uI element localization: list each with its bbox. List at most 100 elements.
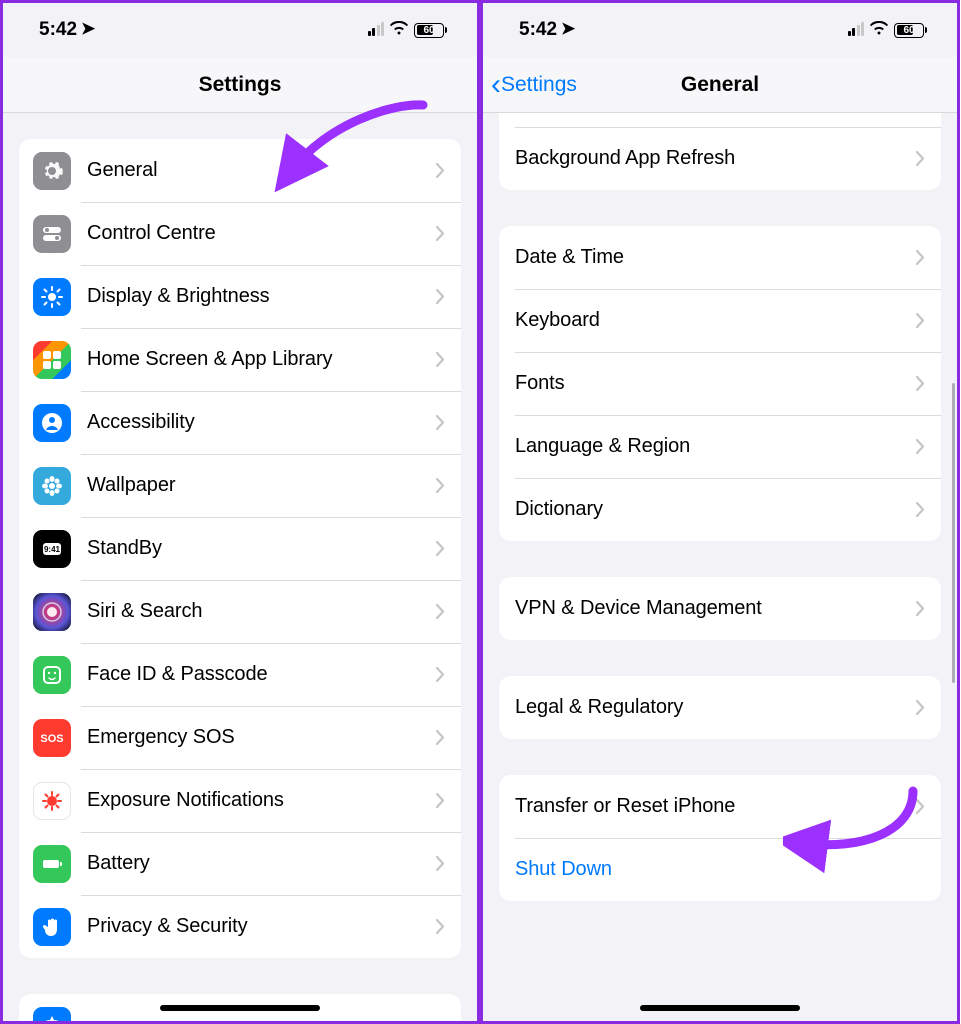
row-shut-down[interactable]: Shut Down [499,838,941,901]
row-label: Fonts [515,372,916,395]
chevron-right-icon [436,919,445,934]
chevron-right-icon [916,376,925,391]
settings-row-general[interactable]: General [19,139,461,202]
settings-row-control-centre[interactable]: Control Centre [19,202,461,265]
chevron-right-icon [916,250,925,265]
status-bar: 5:42 ➤ 60 [3,3,477,57]
chevron-right-icon [916,502,925,517]
grid-icon [33,341,71,379]
row-legal-regulatory[interactable]: Legal & Regulatory [499,676,941,739]
sun-icon [33,278,71,316]
settings-row-wallpaper[interactable]: Wallpaper [19,454,461,517]
row-label: VPN & Device Management [515,597,916,620]
svg-text:9:41: 9:41 [44,545,61,554]
row-label: Wallpaper [87,474,436,497]
row-iphone-storage[interactable]: iPhone Storage [499,113,941,127]
chevron-right-icon [436,289,445,304]
row-background-refresh[interactable]: Background App Refresh [499,127,941,190]
row-label: Language & Region [515,435,916,458]
battery-icon: 60 [894,23,927,38]
chevron-right-icon [916,313,925,328]
row-label: Background App Refresh [515,147,916,170]
chevron-right-icon [916,151,925,166]
clock-icon: 9:41 [33,530,71,568]
toggles-icon [33,215,71,253]
settings-row-exposure-notifications[interactable]: Exposure Notifications [19,769,461,832]
row-label: Display & Brightness [87,285,436,308]
row-fonts[interactable]: Fonts [499,352,941,415]
row-label: Transfer or Reset iPhone [515,795,916,818]
row-language-region[interactable]: Language & Region [499,415,941,478]
cellular-icon [848,24,865,36]
chevron-right-icon [436,667,445,682]
status-bar: 5:42 ➤ 60 [483,3,957,57]
back-label: Settings [501,73,577,97]
chevron-right-icon [436,415,445,430]
row-label: Battery [87,852,436,875]
settings-row-battery[interactable]: Battery [19,832,461,895]
home-indicator[interactable] [640,1005,800,1011]
chevron-right-icon [436,856,445,871]
siri-icon [33,593,71,631]
settings-row-emergency-sos[interactable]: SOS Emergency SOS [19,706,461,769]
location-icon: ➤ [561,19,575,39]
chevron-right-icon [436,226,445,241]
row-label: Legal & Regulatory [515,696,916,719]
svg-text:SOS: SOS [40,733,63,745]
wifi-icon [390,19,408,41]
phone-general: 5:42 ➤ 60 ‹ Settings General iPhone Stor… [480,0,960,1024]
row-label: General [87,159,436,182]
chevron-right-icon [436,541,445,556]
general-group-4: Legal & Regulatory [499,676,941,739]
settings-row-accessibility[interactable]: Accessibility [19,391,461,454]
row-vpn-device-management[interactable]: VPN & Device Management [499,577,941,640]
row-label: Shut Down [515,858,925,881]
battery-icon [33,845,71,883]
settings-row-face-id-passcode[interactable]: Face ID & Passcode [19,643,461,706]
battery-icon: 60 [414,23,447,38]
virus-icon [33,782,71,820]
row-label: Face ID & Passcode [87,663,436,686]
row-date-time[interactable]: Date & Time [499,226,941,289]
row-keyboard[interactable]: Keyboard [499,289,941,352]
page-title: General [681,73,759,97]
home-indicator[interactable] [160,1005,320,1011]
chevron-right-icon [436,163,445,178]
chevron-right-icon [436,352,445,367]
flower-icon [33,467,71,505]
general-content: iPhone Storage Background App Refresh Da… [483,113,957,1021]
chevron-right-icon [916,799,925,814]
back-button[interactable]: ‹ Settings [491,57,577,112]
row-label: Home Screen & App Library [87,348,436,371]
appstore-icon [33,1007,71,1022]
person-icon [33,404,71,442]
chevron-right-icon [436,793,445,808]
row-label: Control Centre [87,222,436,245]
row-label: Siri & Search [87,600,436,623]
settings-row-standby[interactable]: 9:41 StandBy [19,517,461,580]
settings-row-home-screen-app-library[interactable]: Home Screen & App Library [19,328,461,391]
face-icon [33,656,71,694]
general-group-3: VPN & Device Management [499,577,941,640]
settings-row-display-brightness[interactable]: Display & Brightness [19,265,461,328]
row-label: StandBy [87,537,436,560]
cellular-icon [368,24,385,36]
settings-row-privacy-security[interactable]: Privacy & Security [19,895,461,958]
general-group-2: Date & TimeKeyboard Fonts Language & Regio… [499,226,941,541]
chevron-right-icon [436,604,445,619]
gear-icon [33,152,71,190]
nav-header: ‹ Settings General [483,57,957,113]
settings-row-siri-search[interactable]: Siri & Search [19,580,461,643]
row-dictionary[interactable]: Dictionary [499,478,941,541]
row-label: Emergency SOS [87,726,436,749]
settings-group: General Control Centre Display & Brightnes… [19,139,461,958]
chevron-right-icon [916,601,925,616]
scrollbar[interactable] [952,383,955,683]
location-icon: ➤ [81,19,95,39]
hand-icon [33,908,71,946]
chevron-right-icon [916,700,925,715]
chevron-right-icon [436,730,445,745]
row-label: Dictionary [515,498,916,521]
row-transfer-or-reset-iphone[interactable]: Transfer or Reset iPhone [499,775,941,838]
chevron-right-icon [436,478,445,493]
